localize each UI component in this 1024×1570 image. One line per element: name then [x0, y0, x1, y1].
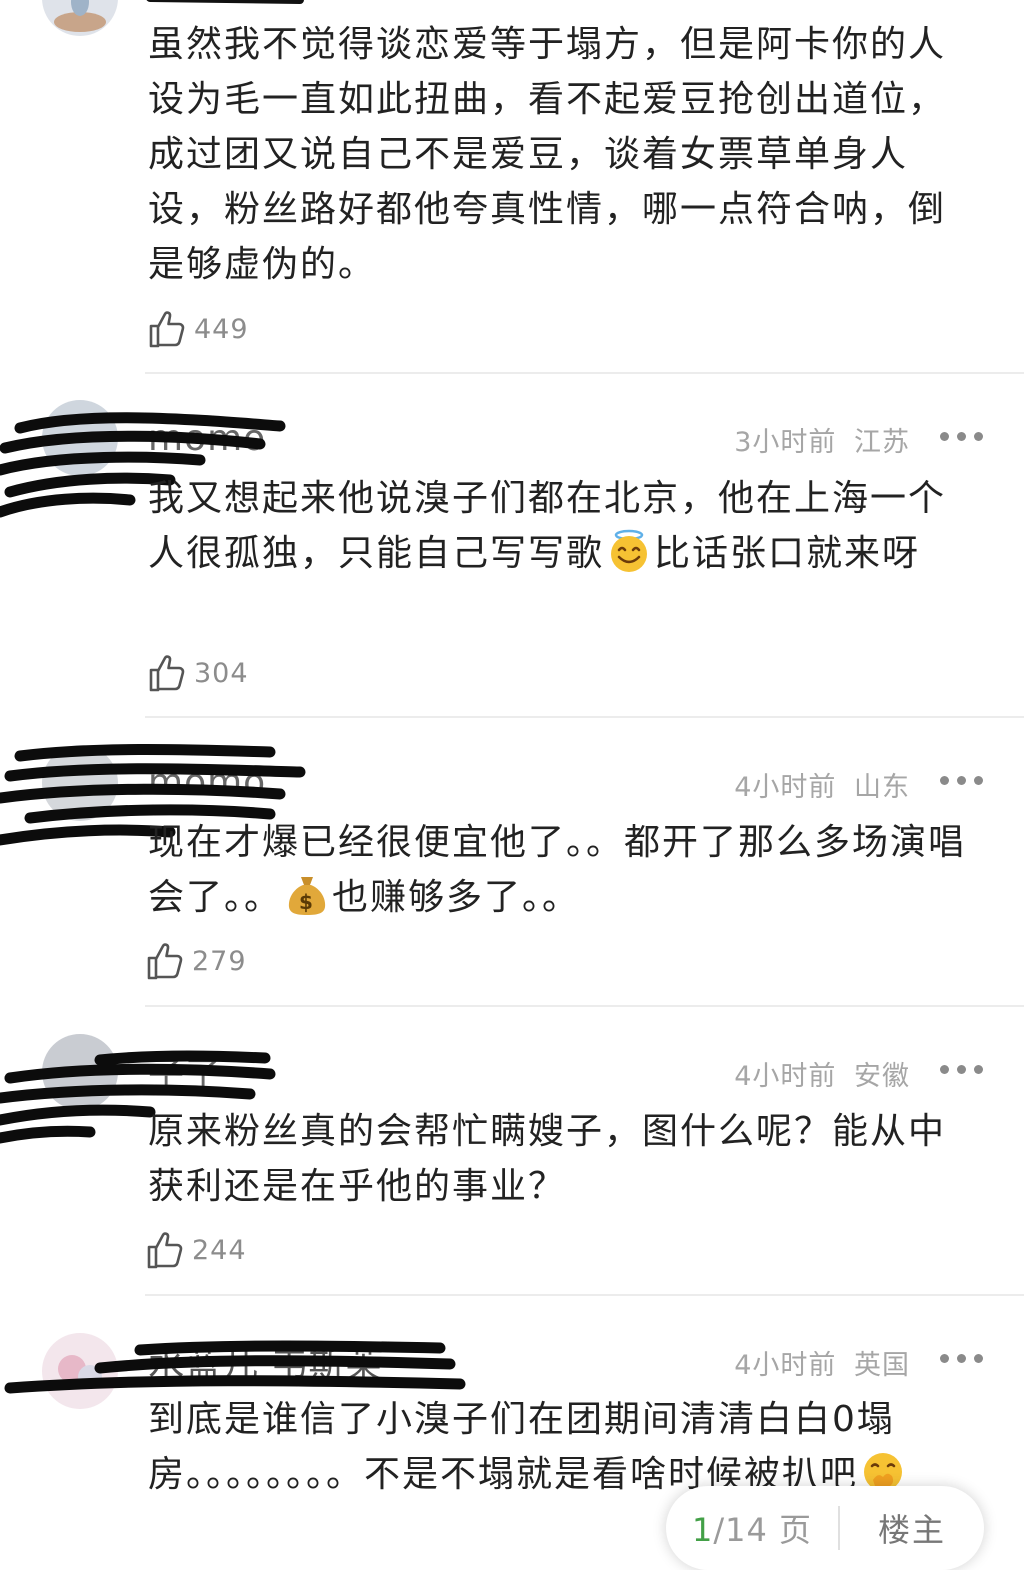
thumbs-up-icon — [146, 941, 186, 981]
more-icon[interactable] — [940, 773, 984, 787]
more-icon[interactable] — [940, 1351, 984, 1365]
comment-meta: 3小时前 江苏 — [734, 420, 910, 459]
redaction-scribble — [146, 0, 304, 4]
comment-text: 现在才爆已经很便宜他了。。都开了那么多场演唱会了。。 $ 也赚够多了。。 — [148, 822, 967, 918]
page-indicator[interactable]: 1/14 页 — [666, 1505, 838, 1551]
like-count: 449 — [194, 313, 249, 345]
comment-meta: 4小时前 山东 — [734, 765, 910, 804]
smiling-face-with-halo-icon — [611, 529, 648, 572]
comment-location: 英国 — [854, 1350, 910, 1381]
divider — [145, 1005, 1024, 1007]
comment-location: 江苏 — [854, 427, 910, 458]
thumbs-up-icon — [148, 309, 188, 349]
comment-text: 原来粉丝真的会帮忙瞒嫂子，图什么呢？能从中获利还是在乎他的事业？ — [148, 1111, 947, 1207]
divider — [145, 1294, 1024, 1296]
divider — [145, 716, 1024, 718]
comment-time: 4小时前 — [734, 1061, 837, 1092]
comment-meta: 4小时前 英国 — [734, 1343, 910, 1382]
comment-location: 安徽 — [854, 1061, 910, 1092]
op-only-button[interactable]: 楼主 — [840, 1505, 984, 1551]
more-icon[interactable] — [940, 429, 984, 443]
like-button[interactable]: 279 — [146, 941, 247, 981]
current-page: 1 — [691, 1511, 714, 1549]
like-count: 304 — [194, 657, 249, 689]
comment-location: 山东 — [854, 772, 910, 803]
money-bag-icon: $ — [288, 877, 326, 915]
comment-time: 4小时前 — [734, 772, 837, 803]
like-button[interactable]: 449 — [148, 309, 249, 349]
comment-text: 我又想起来他说溴子们都在北京，他在上海一个人很孤独，只能自己写写歌 比话张口就来呀 — [148, 478, 947, 574]
more-icon[interactable] — [940, 1062, 984, 1076]
comment-meta: 4小时前 安徽 — [734, 1054, 910, 1093]
like-count: 244 — [192, 1234, 247, 1266]
like-button[interactable]: 304 — [148, 653, 249, 693]
comment-time: 3小时前 — [734, 427, 837, 458]
thumbs-up-icon — [146, 1230, 186, 1270]
comment-text: 虽然我不觉得谈恋爱等于塌方，但是阿卡你的人设为毛一直如此扭曲，看不起爱豆抢创出道… — [148, 24, 947, 285]
like-count: 279 — [192, 945, 247, 977]
comment-time: 4小时前 — [734, 1350, 837, 1381]
like-button[interactable]: 244 — [146, 1230, 247, 1270]
divider — [145, 372, 1024, 374]
thumbs-up-icon — [148, 653, 188, 693]
svg-text:$: $ — [299, 890, 315, 914]
page-total: /14 页 — [713, 1511, 813, 1549]
page-navigator: 1/14 页 楼主 — [666, 1486, 984, 1570]
